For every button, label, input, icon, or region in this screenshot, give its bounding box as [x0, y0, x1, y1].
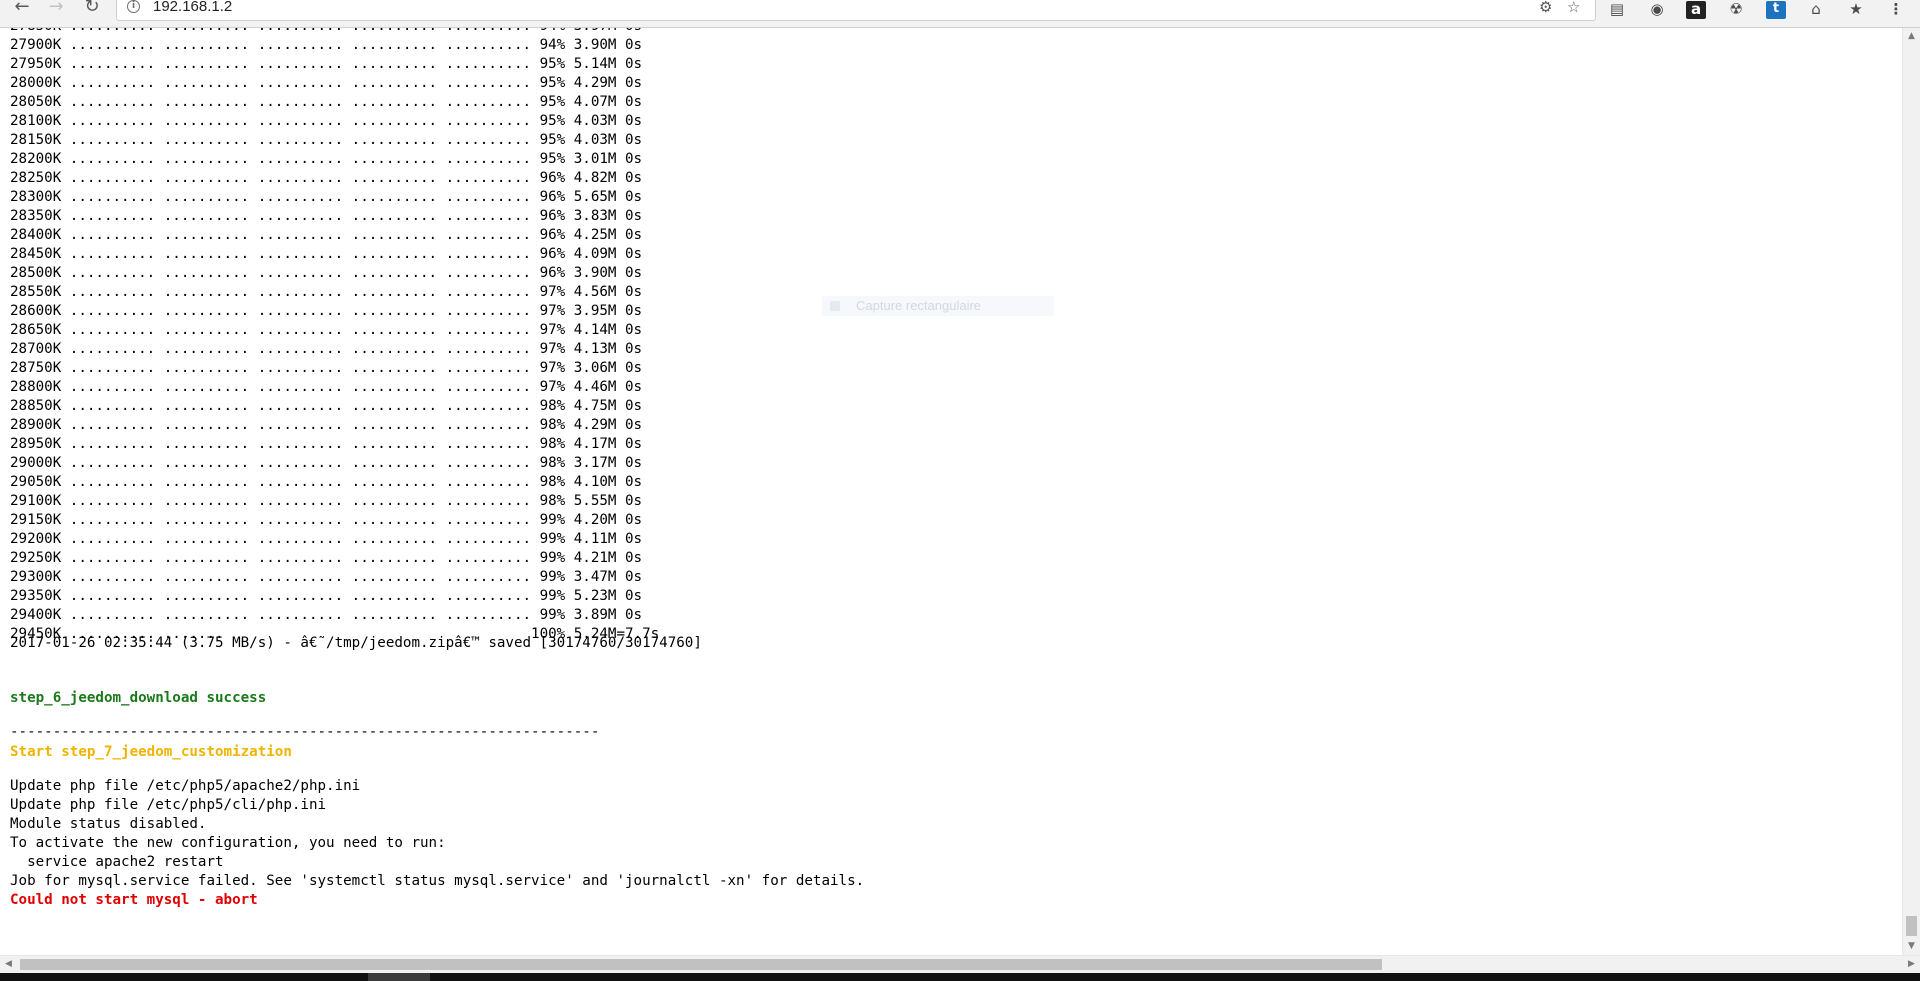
step7-start-line: Start step_7_jeedom_customization [10, 744, 292, 760]
progress-line: 28700K .......... .......... .......... … [10, 341, 643, 357]
output-line: To activate the new configuration, you n… [10, 835, 446, 851]
arrow-right-icon: → [48, 0, 64, 17]
scroll-up-icon[interactable]: ▲ [1903, 28, 1920, 45]
error-line: Could not start mysql - abort [10, 892, 258, 908]
taskbar-active-item[interactable] [368, 973, 430, 981]
forward-button[interactable]: → [42, 0, 70, 18]
blue-extension-button[interactable]: t [1766, 1, 1786, 19]
horizontal-scrollbar[interactable]: ◀ ▶ [0, 955, 1920, 973]
download-saved-line: 2017-01-26 02:35:44 (3.75 MB/s) - â€˜/tm… [10, 635, 702, 651]
progress-line: 28050K .......... .......... .......... … [10, 94, 643, 110]
progress-line: 29100K .......... .......... .......... … [10, 493, 643, 509]
progress-line: 28500K .......... .......... .......... … [10, 265, 643, 281]
progress-line: 27900K .......... .......... .......... … [10, 37, 643, 53]
url-text[interactable]: 192.168.1.2 [153, 0, 232, 15]
blue-extension-label: t [1772, 1, 1780, 16]
capture-hint-label: Capture rectangulaire [856, 298, 982, 313]
taskbar [0, 973, 1920, 981]
vertical-scrollbar[interactable]: ▲ ▼ [1902, 28, 1920, 955]
progress-line: 28550K .......... .......... .......... … [10, 284, 643, 300]
pocket-icon[interactable]: ◉ [1647, 1, 1667, 19]
progress-line: 29050K .......... .......... .......... … [10, 474, 643, 490]
home-icon[interactable]: ⌂ [1806, 1, 1826, 19]
progress-line: 29300K .......... .......... .......... … [10, 569, 643, 585]
progress-line: 29150K .......... .......... .......... … [10, 512, 643, 528]
progress-line: 28950K .......... .......... .......... … [10, 436, 643, 452]
console-output: 27850K .......... .......... .......... … [0, 28, 1902, 955]
progress-line: 28000K .......... .......... .......... … [10, 75, 643, 91]
scroll-right-icon[interactable]: ▶ [1903, 956, 1920, 973]
lightbulb-icon[interactable]: ☢ [1726, 1, 1746, 19]
progress-line: 27850K .......... .......... .......... … [10, 28, 642, 36]
scroll-left-icon[interactable]: ◀ [0, 956, 17, 973]
scroll-down-icon[interactable]: ▼ [1903, 938, 1920, 955]
progress-line: 28450K .......... .......... .......... … [10, 246, 643, 262]
arrow-left-icon: ← [14, 0, 30, 17]
progress-line: 28300K .......... .......... .......... … [10, 189, 643, 205]
progress-line: 28200K .......... .......... .......... … [10, 151, 643, 167]
progress-line: 28250K .......... .......... .......... … [10, 170, 643, 186]
vertical-scroll-thumb[interactable] [1906, 916, 1917, 936]
output-line: Job for mysql.service failed. See 'syste… [10, 873, 865, 889]
progress-line: 28650K .......... .......... .......... … [10, 322, 643, 338]
reload-icon: ↻ [84, 0, 100, 17]
capture-hint: Capture rectangulaire [822, 296, 1054, 316]
progress-line: 28100K .......... .......... .......... … [10, 113, 643, 129]
extension-icon[interactable]: ★ [1846, 1, 1866, 19]
progress-line: 28350K .......... .......... .......... … [10, 208, 643, 224]
address-bar[interactable]: i 192.168.1.2 ⚙ ☆ [116, 0, 1596, 21]
output-line: Module status disabled. [10, 816, 207, 832]
reload-button[interactable]: ↻ [78, 0, 106, 18]
progress-line: 28150K .......... .......... .......... … [10, 132, 643, 148]
progress-line: 28900K .......... .......... .......... … [10, 417, 643, 433]
output-line: Update php file /etc/php5/cli/php.ini [10, 797, 327, 813]
star-icon[interactable]: ☆ [1567, 0, 1580, 15]
separator-line: ----------------------------------------… [10, 724, 600, 740]
progress-line: 29200K .......... .......... .......... … [10, 531, 643, 547]
progress-line: 28750K .......... .......... .......... … [10, 360, 643, 376]
browser-toolbar: ← → ↻ i 192.168.1.2 ⚙ ☆ ▤ ◉ a ☢ t ⌂ ★ ⋮ [0, 0, 1920, 28]
progress-line: 27950K .......... .......... .......... … [10, 56, 643, 72]
progress-line: 29000K .......... .......... .......... … [10, 455, 643, 471]
capture-icon [830, 301, 840, 311]
step6-success-line: step_6_jeedom_download success [10, 690, 267, 706]
progress-line: 29350K .......... .......... .......... … [10, 588, 643, 604]
progress-line: 28400K .......... .......... .......... … [10, 227, 643, 243]
progress-line: 29250K .......... .......... .......... … [10, 550, 643, 566]
back-button[interactable]: ← [8, 0, 36, 18]
horizontal-scroll-thumb[interactable] [20, 959, 1382, 970]
translate-icon[interactable]: ⚙ [1539, 0, 1552, 15]
progress-line: 29400K .......... .......... .......... … [10, 607, 643, 623]
progress-line: 28600K .......... .......... .......... … [10, 303, 643, 319]
amazon-extension-button[interactable]: a [1686, 1, 1706, 19]
amazon-label: a [1690, 0, 1702, 18]
progress-line: 28800K .......... .......... .......... … [10, 379, 643, 395]
info-icon[interactable]: i [127, 0, 140, 13]
output-line: Update php file /etc/php5/apache2/php.in… [10, 778, 361, 794]
cast-icon[interactable]: ▤ [1607, 1, 1627, 19]
progress-line: 28850K .......... .......... .......... … [10, 398, 643, 414]
output-line: service apache2 restart [10, 854, 224, 870]
kebab-menu-icon[interactable]: ⋮ [1886, 1, 1906, 19]
